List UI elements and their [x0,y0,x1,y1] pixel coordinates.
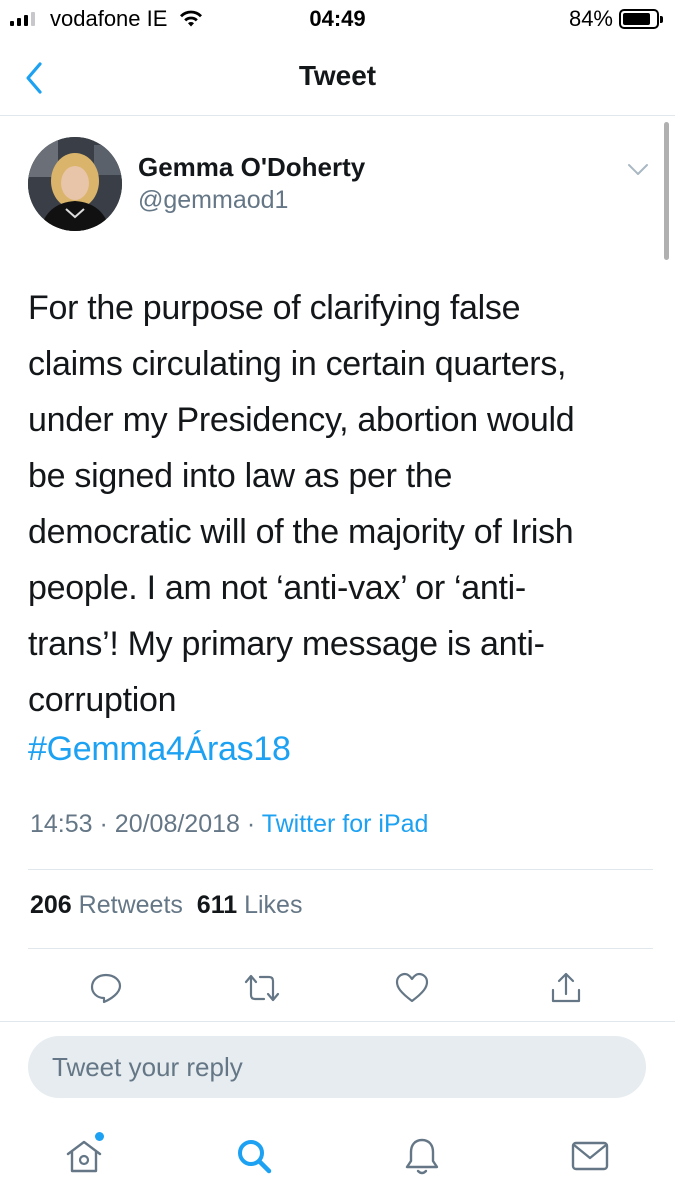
like-button[interactable] [390,966,434,1010]
tweet-date: 20/08/2018 [114,810,240,838]
tab-home[interactable] [58,1130,110,1182]
meta-separator: · [246,810,256,838]
avatar[interactable] [28,137,122,231]
tweet-text-line: under my Presidency, abortion would [28,401,575,439]
reply-icon [90,973,122,1004]
tab-messages[interactable] [564,1130,616,1182]
reply-button[interactable] [84,966,128,1010]
author-handle[interactable]: @gemmaod1 [138,186,288,215]
profile-photo-icon [28,137,122,231]
hashtag-link[interactable]: #Gemma4Áras18 [28,721,291,777]
tab-bar [0,1118,675,1200]
tweet-text-line: claims circulating in certain quarters, [28,345,567,383]
tab-search[interactable] [228,1130,280,1182]
tweet-stats: 206 Retweets 611 Likes [30,891,302,920]
battery-icon [619,9,663,29]
tweet-time: 14:53 [30,810,93,838]
status-bar: vodafone IE 04:49 84% [0,0,675,40]
share-button[interactable] [544,966,588,1010]
messages-icon [571,1141,609,1171]
notifications-icon [405,1138,439,1175]
tweet-text-line: people. I am not ‘anti-vax’ or ‘anti- [28,569,526,607]
likes-count: 611 [196,891,238,919]
retweet-icon [244,974,280,1002]
navigation-bar: Tweet [0,40,675,116]
tweet-text-line: trans’! My primary message is anti- [28,625,545,663]
notification-dot [95,1132,104,1141]
retweet-button[interactable] [240,966,284,1010]
tweet-text-line: corruption [28,681,177,719]
tab-notifications[interactable] [396,1130,448,1182]
search-icon [238,1140,272,1174]
reply-placeholder: Tweet your reply [52,1052,243,1082]
battery-percent: 84% [568,6,613,31]
chevron-down-icon[interactable] [624,158,652,180]
retweets-count: 206 [30,891,72,919]
retweets-label: Retweets [78,891,183,919]
likes-stat[interactable]: 611 Likes [197,891,303,919]
meta-separator: · [99,810,108,838]
retweets-stat[interactable]: 206 Retweets [30,891,183,919]
tweet-text-line: For the purpose of clarifying false [28,289,521,327]
divider [0,1021,675,1022]
tweet-text-line: be signed into law as per the [28,457,453,495]
scroll-indicator[interactable] [664,122,669,260]
page-title: Tweet [298,60,377,91]
divider [28,948,653,949]
reply-input[interactable]: Tweet your reply [28,1036,646,1098]
like-icon [395,972,429,1003]
divider [28,869,653,870]
tweet-text-line: democratic will of the majority of Irish [28,513,574,551]
tweet-actions [0,966,675,1010]
likes-label: Likes [244,891,303,919]
tweet-source-link[interactable]: Twitter for iPad [262,810,429,838]
author-name[interactable]: Gemma O'Doherty [138,152,365,183]
share-icon [551,972,581,1003]
tweet-meta: 14:53 · 20/08/2018 · Twitter for iPad [30,810,428,839]
tweet-text: For the purpose of clarifying false clai… [28,280,658,728]
